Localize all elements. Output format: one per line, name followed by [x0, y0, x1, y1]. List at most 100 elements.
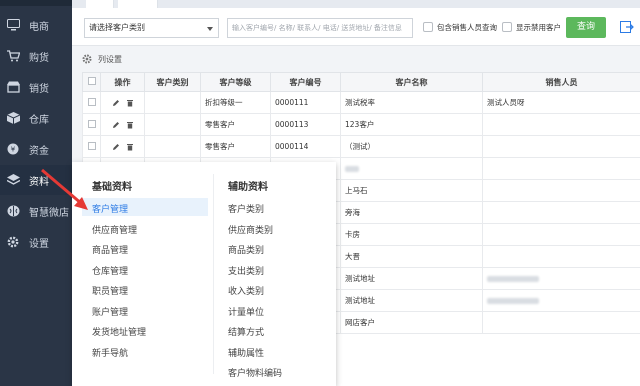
cell-sales [482, 201, 640, 224]
sidebar-item-label: 资金 [29, 145, 49, 157]
menu-item-customer-material-code[interactable]: 客户物料编码 [228, 366, 282, 379]
cell-level: 折扣等级一 [200, 91, 271, 114]
menu-item-unit-of-measure[interactable]: 计量单位 [228, 305, 264, 318]
cell-code: 0000113 [270, 113, 341, 136]
cell-level: 零售客户 [200, 113, 271, 136]
sidebar-item-purchase[interactable]: 购货 [0, 41, 72, 71]
sidebar-item-sales[interactable]: 销货 [0, 72, 72, 102]
menu-item-beginner-guide[interactable]: 新手导航 [92, 346, 128, 359]
monitor-icon [6, 18, 20, 32]
menu-item-warehouse-management[interactable]: 仓库管理 [92, 264, 128, 277]
basic-data-title: 基础资料 [92, 182, 132, 193]
menu-item-account-management[interactable]: 账户管理 [92, 305, 128, 318]
sidebar-item-label: 购货 [29, 52, 49, 64]
column-settings[interactable]: 列设置 [82, 51, 122, 67]
show-disabled-checkbox[interactable] [502, 22, 512, 32]
menu-item-aux-attribute[interactable]: 辅助属性 [228, 346, 264, 359]
search-input[interactable]: 输入客户编号/ 名称/ 联系人/ 电话/ 送货地址/ 备注信息 [227, 18, 413, 38]
cell-name: 网店客户 [340, 311, 483, 334]
sidebar-item-funds[interactable]: ¥ 资金 [0, 134, 72, 164]
select-value: 请选择客户类别 [89, 23, 145, 32]
menu-item-supplier-management[interactable]: 供应商管理 [92, 223, 137, 236]
cell-sales [482, 157, 640, 180]
cell-name: 123客户 [340, 113, 483, 136]
cell-sales: 测试人员呀 [482, 91, 640, 114]
table-header-row: 操作 客户类别 客户等级 客户编号 客户名称 销售人员 [82, 72, 640, 92]
table-row[interactable]: 折扣等级一 0000111 测试税率 测试人员呀 [82, 91, 640, 114]
cell-category [144, 91, 201, 114]
cell-sales [482, 113, 640, 136]
cart-icon [6, 49, 20, 63]
menu-item-product-category[interactable]: 商品类别 [228, 243, 264, 256]
row-actions [100, 91, 145, 114]
cell-name: 测试地址 [340, 289, 483, 312]
cell-sales [482, 135, 640, 158]
sidebar-item-label: 电商 [29, 21, 49, 33]
cell-name: 测试地址 [340, 267, 483, 290]
redacted-text [487, 276, 539, 282]
query-button[interactable]: 查询 [566, 17, 606, 38]
sidebar-item-label: 仓库 [29, 114, 49, 126]
row-checkbox[interactable] [87, 97, 96, 106]
trash-icon[interactable] [126, 121, 134, 129]
select-all-cell[interactable] [82, 72, 101, 92]
include-sales-checkbox[interactable] [423, 22, 433, 32]
gear-icon [82, 54, 92, 64]
cell-level: 零售客户 [200, 135, 271, 158]
row-checkbox-cell[interactable] [82, 135, 101, 158]
cell-name: 大晋 [340, 245, 483, 268]
customer-category-select[interactable]: 请选择客户类别 [84, 18, 219, 38]
menu-item-income-category[interactable]: 收入类别 [228, 284, 264, 297]
cell-name: （测试） [340, 135, 483, 158]
sidebar-item-warehouse[interactable]: 仓库 [0, 103, 72, 133]
table-row[interactable]: 零售客户 0000113 123客户 [82, 113, 640, 136]
column-header[interactable]: 销售人员 [482, 72, 640, 92]
cell-code: 0000111 [270, 91, 341, 114]
menu-item-expense-category[interactable]: 支出类别 [228, 264, 264, 277]
menu-item-supplier-category[interactable]: 供应商类别 [228, 223, 273, 236]
menu-item-customer-category[interactable]: 客户类别 [228, 202, 264, 215]
sidebar-item-label: 销货 [29, 83, 49, 95]
edit-icon[interactable] [112, 143, 120, 151]
column-header[interactable]: 客户类别 [144, 72, 201, 92]
cell-name-redacted [340, 157, 483, 180]
data-flyout-menu: 基础资料 客户管理 供应商管理 商品管理 仓库管理 职员管理 账户管理 发货地址… [72, 162, 336, 386]
svg-text:¥: ¥ [11, 146, 16, 154]
table-row[interactable]: 零售客户 0000114 （测试） [82, 135, 640, 158]
menu-item-product-management[interactable]: 商品管理 [92, 243, 128, 256]
trash-icon[interactable] [126, 143, 134, 151]
row-checkbox[interactable] [87, 141, 96, 150]
row-checkbox[interactable] [87, 119, 96, 128]
export-icon[interactable] [620, 21, 634, 33]
menu-item-staff-management[interactable]: 职员管理 [92, 284, 128, 297]
tab-home[interactable] [86, 0, 114, 8]
menu-divider [213, 174, 214, 374]
column-header[interactable]: 客户等级 [200, 72, 271, 92]
cell-sales [482, 223, 640, 246]
show-disabled-label: 显示禁用客户 [516, 23, 561, 32]
chevron-down-icon [207, 27, 213, 31]
cell-category [144, 135, 201, 158]
sidebar-item-settings[interactable]: 设置 [0, 227, 72, 257]
filter-bar: 请选择客户类别 输入客户编号/ 名称/ 联系人/ 电话/ 送货地址/ 备注信息 … [72, 8, 640, 46]
search-placeholder: 输入客户编号/ 名称/ 联系人/ 电话/ 送货地址/ 备注信息 [232, 24, 402, 32]
menu-item-settlement-method[interactable]: 结算方式 [228, 325, 264, 338]
cell-category [144, 113, 201, 136]
column-settings-label: 列设置 [98, 54, 122, 64]
column-header: 操作 [100, 72, 145, 92]
edit-icon[interactable] [112, 121, 120, 129]
row-checkbox-cell[interactable] [82, 113, 101, 136]
tab-customers[interactable] [118, 0, 158, 8]
cell-name: 旁海 [340, 201, 483, 224]
menu-item-shipping-address[interactable]: 发货地址管理 [92, 325, 146, 338]
edit-icon[interactable] [112, 99, 120, 107]
coin-icon: ¥ [6, 142, 20, 156]
row-checkbox-cell[interactable] [82, 91, 101, 114]
trash-icon[interactable] [126, 99, 134, 107]
column-header[interactable]: 客户编号 [270, 72, 341, 92]
select-all-checkbox[interactable] [87, 77, 96, 85]
redacted-text [345, 166, 359, 172]
cell-name: 测试税率 [340, 91, 483, 114]
column-header[interactable]: 客户名称 [340, 72, 483, 92]
sidebar-item-ecommerce[interactable]: 电商 [0, 10, 72, 40]
